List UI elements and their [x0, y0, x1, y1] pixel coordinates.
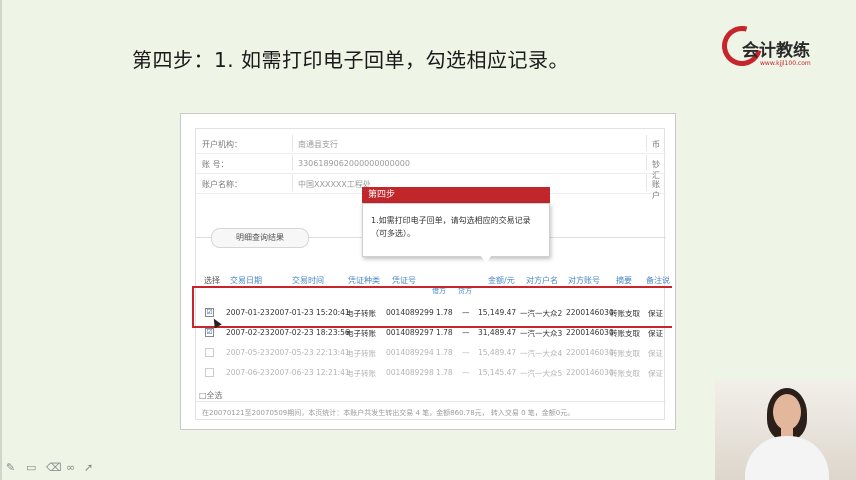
logo-url: www.kjjl100.com	[760, 60, 811, 67]
cell-account: 2200146030	[566, 328, 614, 337]
cell-remark: 保证	[648, 329, 663, 338]
th-amount[interactable]: 金额/元	[488, 275, 515, 286]
cell-amount: 15,489.47	[478, 348, 517, 357]
cell-credit: —	[462, 328, 470, 337]
row-checkbox[interactable]	[205, 348, 214, 357]
info-label: 账 号：	[202, 160, 229, 169]
presenter-webcam	[715, 380, 856, 480]
table-row[interactable]: 2007-05-23 2007-05-23 22:13:41 电子转账 0014…	[196, 343, 666, 363]
step-tooltip: 第四步 1.如需打印电子回单，请勾选相应的交易记录（可多选）。	[362, 187, 550, 263]
footer-divider	[196, 401, 666, 402]
th-summary[interactable]: 摘要	[616, 275, 632, 286]
info-trail: 账户	[652, 180, 660, 200]
cell-debit: 1.78	[436, 368, 453, 377]
th-time[interactable]: 交易时间	[292, 275, 324, 286]
logo-brand-text: 会计教练	[742, 41, 810, 61]
info-label: 账户名称：	[202, 180, 242, 189]
info-label: 开户机构：	[202, 140, 242, 149]
cell-credit: —	[462, 348, 470, 357]
cell-counterparty: 一汽一大众5	[520, 369, 563, 378]
pointer-icon[interactable]: ➚	[84, 461, 93, 474]
eraser-icon[interactable]: ⌫	[46, 461, 62, 474]
selection-highlight	[192, 286, 672, 328]
rect-icon[interactable]: ▭	[26, 461, 36, 474]
cell-voucher-no: 0014089297	[386, 328, 434, 337]
annotation-toolbar: ✎ ▭ ⌫ ∞ ➚	[6, 461, 96, 475]
tab-detail-results[interactable]: 明细查询结果	[211, 228, 309, 248]
cell-date: 2007-06-23	[226, 368, 270, 377]
tooltip-arrow-icon	[480, 255, 492, 263]
cell-date: 2007-05-23	[226, 348, 270, 357]
tooltip-header: 第四步	[362, 187, 550, 203]
info-row-account: 账 号： 3306189062000000000000 钞汇	[196, 153, 666, 180]
cell-debit: 1.78	[436, 328, 453, 337]
select-all-checkbox[interactable]: □全选	[199, 390, 223, 401]
th-voucher-no[interactable]: 凭证号	[392, 275, 416, 286]
cell-time: 2007-06-23 12:21:41	[270, 368, 350, 377]
cell-account: 2200146030	[566, 368, 614, 377]
cell-voucher-no: 0014089294	[386, 348, 434, 357]
cell-amount: 31,489.47	[478, 328, 517, 337]
info-trail: 币	[652, 140, 660, 149]
info-row-org: 开户机构： 南通县支行 币	[196, 133, 666, 154]
row-checkbox[interactable]: ☑	[205, 328, 214, 337]
tooltip-text: 1.如需打印电子回单，请勾选相应的交易记录（可多选）。	[371, 216, 531, 238]
cell-date: 2007-02-23	[226, 328, 270, 337]
cell-credit: —	[462, 368, 470, 377]
link-icon[interactable]: ∞	[66, 461, 75, 474]
cell-voucher-type: 电子转账	[346, 369, 376, 378]
tooltip-body: 1.如需打印电子回单，请勾选相应的交易记录（可多选）。	[362, 203, 550, 257]
th-counterparty[interactable]: 对方户名	[526, 275, 558, 286]
cell-voucher-no: 0014089298	[386, 368, 434, 377]
summary-footer: 在20070121至20070509期间，本页统计：本账户共发生转出交易 4 笔…	[202, 409, 575, 417]
bank-panel: 开户机构： 南通县支行 币 账 号： 330618906200000000000…	[192, 128, 672, 420]
info-value: 中国XXXXXX工程处	[298, 180, 371, 189]
th-remark[interactable]: 备注说	[646, 275, 670, 286]
cell-voucher-type: 电子转账	[346, 349, 376, 358]
slide-title: 第四步：1. 如需打印电子回单，勾选相应记录。	[132, 48, 569, 72]
pen-icon[interactable]: ✎	[6, 461, 15, 474]
cell-debit: 1.78	[436, 348, 453, 357]
th-date[interactable]: 交易日期	[230, 275, 262, 286]
row-checkbox[interactable]	[205, 368, 214, 377]
brand-logo: 会计教练 www.kjjl100.com	[714, 18, 828, 76]
cell-voucher-type: 电子转账	[346, 329, 376, 338]
cell-summary: 转账支取	[610, 349, 640, 358]
left-edge-strip	[0, 0, 2, 480]
cell-counterparty: 一汽一大众4	[520, 349, 563, 358]
th-select: 选择	[204, 276, 220, 285]
cell-summary: 转账支取	[610, 369, 640, 378]
cell-amount: 15,145.47	[478, 368, 517, 377]
cell-remark: 保证	[648, 349, 663, 358]
cell-time: 2007-02-23 18:23:56	[270, 328, 350, 337]
th-voucher-type[interactable]: 凭证种类	[348, 275, 380, 286]
cell-remark: 保证	[648, 369, 663, 378]
th-counter-account[interactable]: 对方账号	[568, 275, 600, 286]
cell-counterparty: 一汽一大众3	[520, 329, 563, 338]
cell-account: 2200146030	[566, 348, 614, 357]
info-value: 南通县支行	[298, 140, 338, 149]
table-row[interactable]: 2007-06-23 2007-06-23 12:21:41 电子转账 0014…	[196, 363, 666, 383]
cell-time: 2007-05-23 22:13:41	[270, 348, 350, 357]
cell-summary: 转账支取	[610, 329, 640, 338]
bank-screenshot: 开户机构： 南通县支行 币 账 号： 330618906200000000000…	[180, 113, 676, 430]
info-value: 3306189062000000000000	[298, 159, 410, 168]
